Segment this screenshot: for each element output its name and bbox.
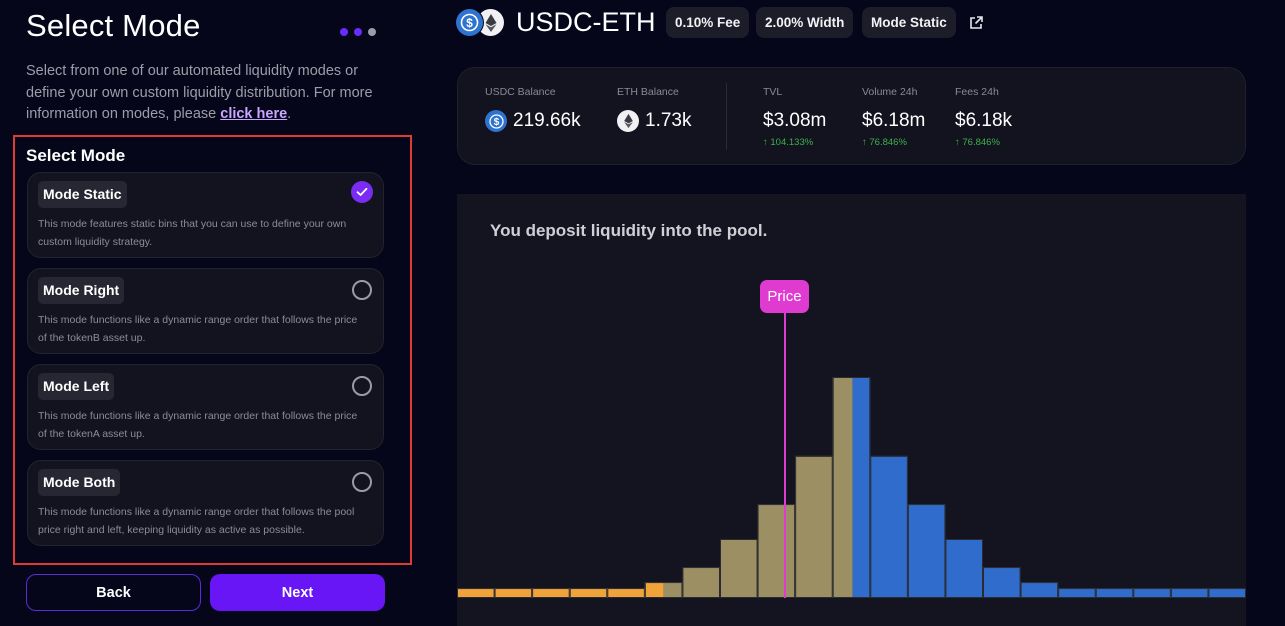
tvl-change: ↑ 104.133%: [763, 137, 826, 149]
bar-21-tokenB: [1208, 588, 1246, 598]
step-dot-3: [368, 28, 376, 36]
mode-chip: Mode Static: [862, 7, 956, 38]
eth-balance-stat: ETH Balance 1.73k: [617, 85, 691, 133]
stat-label: TVL: [763, 86, 783, 98]
mode-description: This mode features static bins that you …: [38, 218, 347, 248]
fees-stat: Fees 24h $6.18k ↑ 76.846%: [955, 85, 1012, 149]
mode-card-left[interactable]: Mode Left This mode functions like a dyn…: [27, 364, 384, 450]
bar-17-tokenB: [1058, 588, 1096, 598]
liquidity-histogram: [457, 313, 1246, 599]
bar-4-tokenA: [569, 588, 608, 598]
svg-text:$: $: [466, 16, 473, 30]
next-button[interactable]: Next: [210, 574, 385, 611]
stat-value-row: $ 219.66k: [485, 109, 581, 133]
usdc-icon: $: [456, 9, 483, 36]
bar-9-deposit: [757, 504, 796, 598]
bar-5-tokenA: [607, 588, 645, 598]
bar-11-deposit: [832, 377, 853, 598]
bar-8-deposit: [720, 538, 758, 598]
mode-card-both[interactable]: Mode Both This mode functions like a dyn…: [27, 460, 384, 546]
stat-label: USDC Balance: [485, 86, 556, 98]
volume-change: ↑ 76.846%: [862, 137, 925, 149]
mode-card-static[interactable]: Mode Static This mode features static bi…: [27, 172, 384, 258]
intro-text: Select from one of our automated liquidi…: [26, 61, 386, 126]
eth-balance-value: 1.73k: [645, 110, 692, 131]
pair-icons: $: [456, 9, 506, 37]
pair-title: USDC-ETH: [516, 7, 656, 37]
bar-10-deposit: [795, 455, 833, 598]
intro-body: Select from one of our automated liquidi…: [26, 63, 373, 122]
step-indicator: [340, 28, 376, 36]
bar-7-deposit: [682, 567, 720, 598]
radio-icon[interactable]: [352, 376, 372, 396]
volume-value: $6.18m: [862, 110, 926, 131]
volume-stat: Volume 24h $6.18m ↑ 76.846%: [862, 85, 925, 149]
fee-chip: 0.10% Fee: [666, 7, 750, 38]
usdc-icon: $: [485, 110, 507, 132]
bar-3-tokenA: [532, 588, 570, 598]
step-dot-1: [340, 28, 348, 36]
bar-18-tokenB: [1095, 588, 1134, 598]
external-link-icon[interactable]: [968, 15, 984, 31]
tvl-value: $3.08m: [763, 110, 827, 131]
page-title: Select Mode: [26, 8, 201, 43]
click-here-link[interactable]: click here: [220, 106, 287, 122]
bar-19-tokenB: [1133, 588, 1171, 598]
bar-6-deposit: [663, 582, 683, 598]
stats-divider: [726, 83, 727, 150]
tvl-stat: TVL $3.08m ↑ 104.133%: [763, 85, 826, 149]
mode-description: This mode functions like a dynamic range…: [38, 410, 358, 440]
radio-icon[interactable]: [352, 280, 372, 300]
stat-label: Volume 24h: [862, 86, 918, 98]
fees-change: ↑ 76.846%: [955, 137, 1012, 149]
stat-label: Fees 24h: [955, 86, 999, 98]
stat-value-row: 1.73k: [617, 109, 691, 133]
bar-6-tokenA: [644, 582, 664, 598]
bar-16-tokenB: [1020, 582, 1059, 598]
bar-13-tokenB: [907, 504, 946, 598]
bar-11-tokenB: [852, 377, 871, 598]
mode-label: Mode Right: [38, 277, 125, 304]
fees-value: $6.18k: [955, 110, 1013, 131]
mode-card-right[interactable]: Mode Right This mode functions like a dy…: [27, 268, 384, 354]
section-title: Select Mode: [26, 146, 126, 165]
mode-label: Mode Static: [38, 181, 127, 208]
eth-icon: [617, 110, 639, 132]
bar-2-tokenA: [494, 588, 533, 598]
bar-20-tokenB: [1170, 588, 1209, 598]
mode-label: Mode Both: [38, 469, 121, 496]
bar-12-tokenB: [870, 455, 908, 598]
width-chip: 2.00% Width: [756, 7, 854, 38]
liquidity-chart: You deposit liquidity into the pool. Pri…: [457, 194, 1246, 626]
mode-description: This mode functions like a dynamic range…: [38, 506, 355, 536]
usdc-balance-stat: USDC Balance $ 219.66k: [485, 85, 581, 133]
bar-15-tokenB: [983, 567, 1021, 598]
back-button[interactable]: Back: [26, 574, 201, 611]
volume-change-value: 76.846%: [869, 137, 907, 148]
radio-icon[interactable]: [352, 472, 372, 492]
usdc-balance-value: 219.66k: [513, 110, 581, 131]
bar-1-tokenA: [457, 588, 495, 598]
intro-end: .: [287, 106, 292, 122]
fees-change-value: 76.846%: [962, 137, 1000, 148]
svg-text:$: $: [493, 117, 499, 128]
bar-14-tokenB: [945, 538, 983, 598]
mode-description: This mode functions like a dynamic range…: [38, 314, 358, 344]
stat-label: ETH Balance: [617, 86, 679, 98]
check-icon[interactable]: [351, 181, 373, 203]
tvl-change-value: 104.133%: [770, 137, 814, 148]
price-marker-label: Price: [759, 280, 809, 313]
step-dot-2: [354, 28, 362, 36]
mode-label: Mode Left: [38, 373, 115, 400]
